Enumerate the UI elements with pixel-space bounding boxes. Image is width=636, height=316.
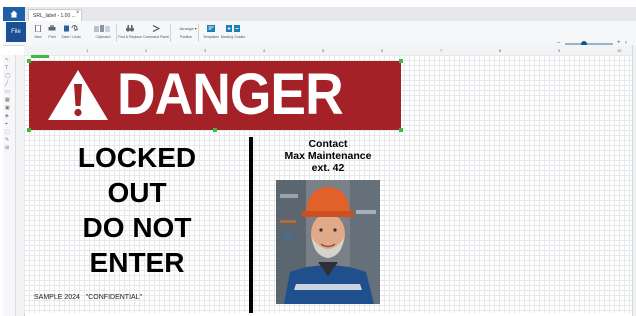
- ruler-tick: 2: [145, 48, 148, 53]
- ruler-tick: 8: [499, 48, 502, 53]
- command-panel-label: Command Panel: [142, 35, 170, 39]
- ruler-tick: 3: [204, 48, 207, 53]
- template-icon: [207, 25, 215, 32]
- marking-guides-button[interactable]: Marking Guides: [220, 23, 246, 43]
- clipboard-group[interactable]: Clipboard: [90, 23, 116, 43]
- ruler-tick: 1: [86, 48, 89, 53]
- templates-button[interactable]: Templates: [203, 23, 219, 43]
- ruler-tick: 10: [617, 48, 622, 53]
- lockout-line: ENTER: [89, 247, 185, 278]
- image-tool-icon[interactable]: ▣: [5, 106, 11, 111]
- save-undo-group[interactable]: Save / Undo: [60, 23, 82, 43]
- rectangle-tool-icon[interactable]: ▭: [5, 90, 11, 95]
- selection-indicator: [31, 55, 49, 58]
- ruler-tick: 5: [322, 48, 325, 53]
- position-label: Position: [179, 35, 193, 39]
- ellipse-tool-icon[interactable]: ◯: [5, 74, 11, 79]
- line-tool-icon[interactable]: ╱: [5, 82, 11, 87]
- print-button[interactable]: Print: [44, 23, 60, 43]
- save-undo-icons: [64, 25, 78, 32]
- contact-line: ext. 42: [311, 162, 345, 174]
- title-bar: [3, 7, 636, 22]
- pen-tool-icon[interactable]: ✎: [5, 138, 11, 143]
- file-menu-button[interactable]: File: [6, 22, 26, 42]
- command-panel-button[interactable]: Command Panel: [143, 23, 169, 43]
- document-tab-label: SRL_label - 1.00 ...: [33, 13, 76, 19]
- chevron-right-icon: [152, 25, 160, 32]
- resize-handle[interactable]: [399, 128, 403, 132]
- resize-handle[interactable]: [213, 128, 217, 132]
- find-replace-button[interactable]: Find & Replace: [118, 23, 142, 43]
- target-tool-icon[interactable]: ⌖: [5, 122, 11, 127]
- danger-heading: DANGER: [117, 62, 344, 127]
- ribbon-separator: [198, 24, 199, 42]
- clipboard-icon: [94, 25, 110, 32]
- home-button[interactable]: [3, 7, 25, 21]
- ruler-tick: 7: [440, 48, 443, 53]
- printer-icon: [48, 25, 56, 31]
- warning-triangle-icon: [48, 70, 108, 120]
- ribbon-separator: [116, 24, 117, 42]
- home-icon: [10, 10, 18, 18]
- ruler-tick: 9: [558, 48, 561, 53]
- frame-tool-icon[interactable]: ⬚: [5, 130, 11, 135]
- resize-handle[interactable]: [399, 59, 403, 63]
- binoculars-icon: [126, 25, 134, 32]
- find-replace-label: Find & Replace: [118, 35, 142, 39]
- barcode-tool-icon[interactable]: ▦: [5, 98, 11, 103]
- symbol-tool-icon[interactable]: ◈: [5, 114, 11, 119]
- vertical-scrollbar[interactable]: [632, 45, 636, 316]
- ribbon-separator: [170, 24, 171, 42]
- clipboard-label: Clipboard: [95, 35, 111, 39]
- select-tool-icon[interactable]: ↖: [5, 58, 11, 63]
- ruler-tick: 6: [381, 48, 384, 53]
- lockout-line: LOCKED: [77, 142, 197, 173]
- resize-handle[interactable]: [27, 128, 31, 132]
- marking-guides-label: Marking Guides: [220, 35, 246, 39]
- tab-close-icon[interactable]: ×: [76, 10, 80, 16]
- worker-photo[interactable]: [276, 180, 380, 304]
- table-tool-icon[interactable]: ⊞: [5, 146, 11, 151]
- new-document-icon: [35, 25, 41, 32]
- document-tab[interactable]: SRL_label - 1.00 ...: [28, 9, 82, 21]
- lockout-line: DO NOT: [82, 212, 192, 243]
- arrange-dropdown[interactable]: Arrange ▾ Position: [176, 23, 196, 43]
- vertical-divider-line: [249, 137, 253, 313]
- text-tool-icon[interactable]: T: [5, 66, 11, 71]
- save-undo-label: Save / Undo: [61, 35, 81, 39]
- worker-portrait-image: [276, 180, 380, 304]
- resize-handle[interactable]: [27, 59, 31, 63]
- footer-text: SAMPLE 2024 "CONFIDENTIAL": [34, 294, 143, 301]
- lockout-line: OUT: [107, 177, 167, 208]
- marking-guides-icon: [226, 25, 240, 32]
- ruler-tick: 4: [263, 48, 266, 53]
